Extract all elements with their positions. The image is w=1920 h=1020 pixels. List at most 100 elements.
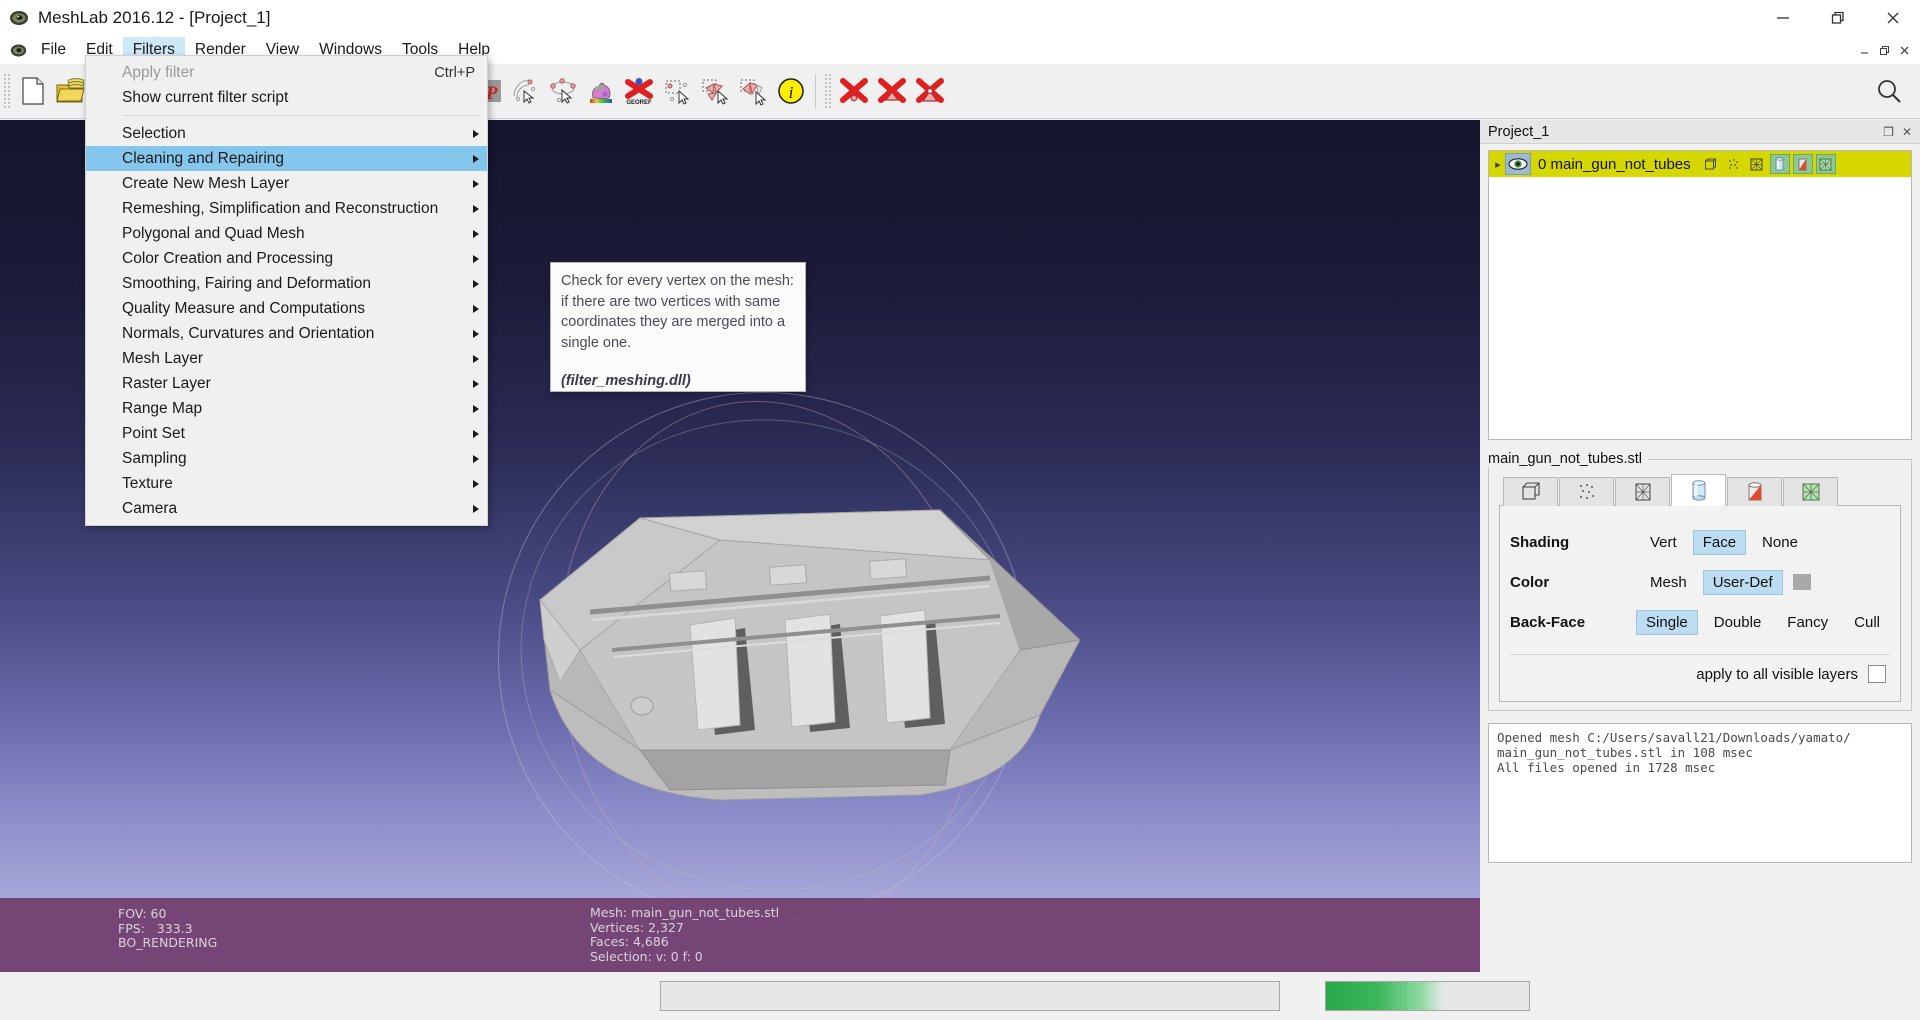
log-console[interactable]: Opened mesh C:/Users/savall21/Downloads/… (1488, 723, 1912, 863)
shading-option-none[interactable]: None (1752, 530, 1808, 555)
submenu-label: Range Map (122, 399, 203, 417)
wireframe-icon[interactable] (1747, 154, 1767, 174)
new-project-icon[interactable] (14, 70, 52, 112)
shading-option-vert[interactable]: Vert (1640, 530, 1687, 555)
dock-title-label: Project_1 (1488, 123, 1550, 140)
color-swatch[interactable] (1792, 574, 1811, 590)
menu-item-smoothing-fairing-and-deformation[interactable]: Smoothing, Fairing and Deformation (86, 271, 487, 296)
colorize-bunny-icon[interactable] (582, 70, 620, 112)
bbox-icon[interactable] (1701, 154, 1721, 174)
select-vertices-pointer-icon[interactable] (506, 70, 544, 112)
menu-item-apply-filter[interactable]: Apply filter Ctrl+P (86, 60, 487, 85)
delete-vertices-icon[interactable] (835, 70, 873, 112)
menu-item-polygonal-and-quad-mesh[interactable]: Polygonal and Quad Mesh (86, 221, 487, 246)
restore-button[interactable] (1810, 0, 1865, 36)
svg-text:i: i (789, 83, 794, 102)
tab-bbox[interactable] (1503, 477, 1558, 506)
apply-filter-label: Apply filter (122, 63, 195, 81)
submenu-label: Smoothing, Fairing and Deformation (122, 274, 371, 292)
back-face-option-cull[interactable]: Cull (1844, 610, 1890, 635)
minimize-button[interactable] (1755, 0, 1810, 36)
render-settings-panel: Shading Vert Face None Color Mesh User-D… (1499, 505, 1901, 702)
expand-arrow-icon[interactable]: ▸ (1491, 158, 1505, 171)
dock-title-buttons: ❐ ✕ (1883, 125, 1920, 139)
tab-wireframe[interactable] (1615, 477, 1670, 506)
dock-close-icon[interactable]: ✕ (1902, 125, 1912, 139)
back-face-label: Back-Face (1510, 613, 1586, 631)
select-faces-alt-icon[interactable] (734, 70, 772, 112)
chevron-right-icon (473, 479, 479, 488)
tab-flat[interactable] (1671, 474, 1726, 506)
color-option-user-def[interactable]: User-Def (1702, 569, 1783, 595)
toolbar-grip-3[interactable] (824, 73, 832, 109)
layer-render-icons (1701, 154, 1836, 174)
menu-item-raster-layer[interactable]: Raster Layer (86, 371, 487, 396)
filter-tooltip: Check for every vertex on the mesh: if t… (550, 262, 806, 392)
menu-item-sampling[interactable]: Sampling (86, 446, 487, 471)
close-button[interactable] (1865, 0, 1920, 36)
mdi-restore-button[interactable] (1874, 41, 1894, 59)
tab-smooth[interactable] (1727, 477, 1782, 506)
shading-option-face[interactable]: Face (1692, 529, 1747, 555)
submenu-label: Cleaning and Repairing (122, 149, 285, 167)
layer-row[interactable]: ▸ 0 main_gun_not_tubes (1489, 151, 1911, 177)
menu-item-mesh-layer[interactable]: Mesh Layer (86, 346, 487, 371)
shading-row: Shading Vert Face None (1510, 522, 1890, 562)
menu-item-remeshing-simplification-and-reconstruction[interactable]: Remeshing, Simplification and Reconstruc… (86, 196, 487, 221)
back-face-option-double[interactable]: Double (1704, 610, 1772, 635)
menu-item-camera[interactable]: Camera (86, 496, 487, 521)
tab-texture[interactable] (1783, 477, 1838, 506)
search-icon[interactable] (1870, 70, 1908, 112)
menu-item-show-filter-script[interactable]: Show current filter script (86, 85, 487, 110)
log-text: Opened mesh C:/Users/savall21/Downloads/… (1497, 730, 1851, 775)
color-options: Mesh User-Def (1640, 569, 1811, 595)
mdi-minimize-button[interactable] (1854, 41, 1874, 59)
menu-item-create-new-mesh-layer[interactable]: Create New Mesh Layer (86, 171, 487, 196)
toolbar-grip[interactable] (3, 73, 11, 109)
submenu-label: Normals, Curvatures and Orientation (122, 324, 375, 342)
layer-list[interactable]: ▸ 0 main_gun_not_tubes (1488, 150, 1912, 440)
mesh-model[interactable] (520, 500, 1100, 860)
filters-dropdown-menu[interactable]: Apply filter Ctrl+P Show current filter … (85, 55, 488, 526)
submenu-label: Raster Layer (122, 374, 211, 392)
tooltip-body: Check for every vertex on the mesh: if t… (561, 273, 794, 351)
progress-bar (1325, 981, 1530, 1011)
menu-item-range-map[interactable]: Range Map (86, 396, 487, 421)
delete-faces-icon[interactable] (873, 70, 911, 112)
georeference-icon[interactable]: GEOREF (620, 70, 658, 112)
back-face-option-fancy[interactable]: Fancy (1777, 610, 1838, 635)
mdi-close-button[interactable] (1894, 41, 1914, 59)
delete-faces-vertices-icon[interactable] (911, 70, 949, 112)
color-option-mesh[interactable]: Mesh (1640, 570, 1697, 595)
menu-item-color-creation-and-processing[interactable]: Color Creation and Processing (86, 246, 487, 271)
apply-all-layers-checkbox[interactable] (1868, 665, 1886, 683)
info-icon[interactable]: i (772, 70, 810, 112)
tooltip-dll: (filter_meshing.dll) (561, 373, 691, 389)
menu-item-quality-measure-and-computations[interactable]: Quality Measure and Computations (86, 296, 487, 321)
back-face-option-single[interactable]: Single (1636, 609, 1698, 635)
menu-item-normals-curvatures-and-orientation[interactable]: Normals, Curvatures and Orientation (86, 321, 487, 346)
status-bar (0, 972, 1920, 1020)
select-connected-pointer-icon[interactable] (544, 70, 582, 112)
chevron-right-icon (473, 304, 479, 313)
flat-shading-icon[interactable] (1769, 154, 1790, 174)
menu-file[interactable]: File (31, 37, 76, 63)
meshlab-window: MeshLab 2016.12 - [Project_1] File Edit … (0, 0, 1920, 1020)
smooth-shading-icon[interactable] (1792, 154, 1813, 174)
texture-icon[interactable] (1815, 154, 1836, 174)
menu-item-selection[interactable]: Selection (86, 121, 487, 146)
window-controls (1755, 0, 1920, 36)
eye-icon[interactable] (1505, 153, 1531, 175)
rect-select-vertices-icon[interactable] (658, 70, 696, 112)
color-label: Color (1510, 573, 1550, 591)
layer-name[interactable]: 0 main_gun_not_tubes (1538, 156, 1691, 173)
menu-item-cleaning-and-repairing[interactable]: Cleaning and Repairing (86, 146, 487, 171)
menu-item-texture[interactable]: Texture (86, 471, 487, 496)
menu-item-point-set[interactable]: Point Set (86, 421, 487, 446)
tab-points[interactable] (1559, 477, 1614, 506)
select-faces-icon[interactable] (696, 70, 734, 112)
dock-float-icon[interactable]: ❐ (1883, 125, 1894, 139)
submenu-label: Color Creation and Processing (122, 249, 334, 267)
svg-text:GEOREF: GEOREF (626, 100, 652, 106)
points-icon[interactable] (1724, 154, 1744, 174)
